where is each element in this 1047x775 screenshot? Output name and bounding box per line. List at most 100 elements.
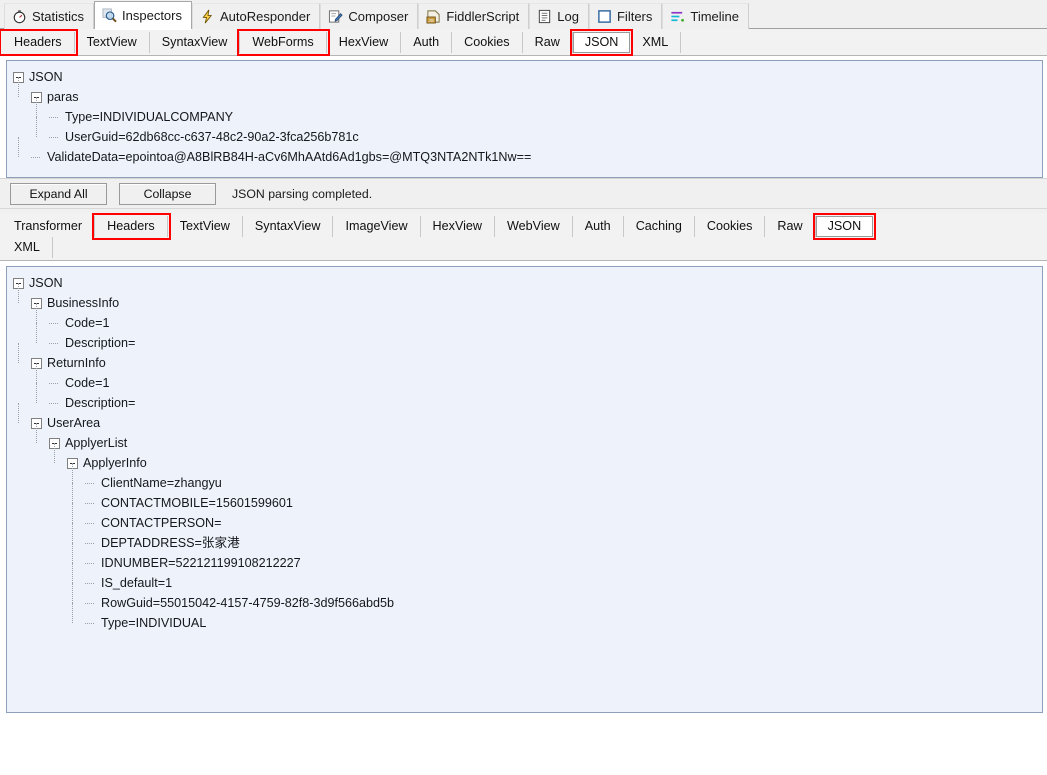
tree-node[interactable]: RowGuid=55015042-4157-4759-82f8-3d9f566a… bbox=[13, 583, 1038, 613]
tree-leaf-connector-icon bbox=[49, 398, 60, 409]
response-json-tree[interactable]: JSON BusinessInfo Code=1 Description= Return… bbox=[7, 267, 1042, 637]
tree-node[interactable]: Code=1 bbox=[13, 363, 1038, 393]
response-tab-caching[interactable]: Caching bbox=[624, 216, 695, 237]
tree-connector-line bbox=[18, 403, 19, 423]
tree-leaf-connector-icon bbox=[85, 598, 96, 609]
tree-node[interactable]: Type=INDIVIDUAL bbox=[13, 603, 1038, 633]
response-tab-raw[interactable]: Raw bbox=[765, 216, 816, 237]
primary-tab-composer[interactable]: Composer bbox=[320, 3, 419, 29]
tree-connector-line bbox=[72, 503, 73, 523]
tree-node[interactable]: JSON bbox=[13, 67, 1038, 87]
tree-connector-line bbox=[72, 583, 73, 603]
tab-label: JSON bbox=[584, 35, 619, 49]
primary-tab-autoresponder[interactable]: AutoResponder bbox=[192, 3, 321, 29]
tree-leaf-connector-icon bbox=[49, 378, 60, 389]
response-tab-textview[interactable]: TextView bbox=[168, 216, 243, 237]
tree-node-label: UserArea bbox=[47, 415, 101, 430]
tree-node[interactable]: paras bbox=[13, 77, 1038, 107]
tree-node[interactable]: DEPTADDRESS=张家港 bbox=[13, 523, 1038, 553]
tab-label: Transformer bbox=[14, 219, 83, 233]
tab-label: TextView bbox=[179, 219, 230, 233]
tree-node[interactable]: Code=1 bbox=[13, 303, 1038, 333]
tab-label: HexView bbox=[338, 35, 389, 49]
primary-tab-timeline[interactable]: Timeline bbox=[662, 3, 750, 29]
response-tab-transformer[interactable]: Transformer bbox=[2, 216, 96, 237]
tree-node-label: DEPTADDRESS=张家港 bbox=[101, 535, 240, 550]
tree-node[interactable]: BusinessInfo bbox=[13, 283, 1038, 313]
request-json-tree[interactable]: JSON paras Type=INDIVIDUALCOMPANY UserGuid=… bbox=[7, 61, 1042, 171]
tree-leaf-connector-icon bbox=[49, 318, 60, 329]
tree-leaf-connector-icon bbox=[85, 618, 96, 629]
response-tab-hexview[interactable]: HexView bbox=[421, 216, 496, 237]
tree-node[interactable]: Description= bbox=[13, 383, 1038, 413]
tree-connector-line bbox=[36, 423, 37, 443]
tab-label: TextView bbox=[86, 35, 137, 49]
tree-leaf-connector-icon bbox=[85, 578, 96, 589]
primary-tab-fiddlerscript[interactable]: JS FiddlerScript bbox=[418, 3, 530, 29]
tree-connector-line bbox=[36, 303, 37, 323]
primary-tab-statistics[interactable]: Statistics bbox=[4, 3, 95, 29]
tree-node-label: ClientName=zhangyu bbox=[101, 475, 222, 490]
primary-tab-label: Filters bbox=[616, 9, 653, 24]
tree-leaf-connector-icon bbox=[85, 478, 96, 489]
expand-all-button[interactable]: Expand All bbox=[10, 182, 107, 205]
tree-node[interactable]: Description= bbox=[13, 323, 1038, 353]
tree-node[interactable]: ClientName=zhangyu bbox=[13, 463, 1038, 493]
response-tab-xml[interactable]: XML bbox=[2, 237, 53, 258]
response-tab-imageview[interactable]: ImageView bbox=[333, 216, 421, 237]
response-tab-cookies[interactable]: Cookies bbox=[695, 216, 766, 237]
tab-label: Raw bbox=[534, 35, 560, 49]
request-json-tree-pane[interactable]: JSON paras Type=INDIVIDUALCOMPANY UserGuid=… bbox=[6, 60, 1043, 178]
tree-node[interactable]: IS_default=1 bbox=[13, 563, 1038, 593]
stopwatch-icon bbox=[12, 9, 27, 24]
tree-connector-line bbox=[72, 563, 73, 583]
response-json-tree-pane[interactable]: JSON BusinessInfo Code=1 Description= Return… bbox=[6, 266, 1043, 713]
tree-node[interactable]: CONTACTPERSON= bbox=[13, 503, 1038, 533]
request-tab-cookies[interactable]: Cookies bbox=[452, 32, 523, 53]
tab-label: Auth bbox=[584, 219, 611, 233]
tree-node[interactable]: ValidateData=epointoa@A8BlRB84H-aCv6MhAA… bbox=[13, 137, 1038, 167]
tree-leaf-connector-icon bbox=[85, 558, 96, 569]
tree-connector-line bbox=[72, 603, 73, 623]
timeline-bars-icon bbox=[670, 9, 685, 24]
tree-node-label: ApplyerInfo bbox=[83, 455, 147, 470]
tab-label: SyntaxView bbox=[161, 35, 228, 49]
response-tab-syntaxview[interactable]: SyntaxView bbox=[243, 216, 334, 237]
tree-leaf-connector-icon bbox=[49, 132, 60, 143]
response-tab-webview[interactable]: WebView bbox=[495, 216, 573, 237]
primary-tab-inspectors[interactable]: Inspectors bbox=[94, 1, 192, 29]
response-tab-auth[interactable]: Auth bbox=[573, 216, 624, 237]
tree-node[interactable]: ReturnInfo bbox=[13, 343, 1038, 373]
request-tab-hexview[interactable]: HexView bbox=[327, 32, 402, 53]
tree-node-label: CONTACTMOBILE=15601599601 bbox=[101, 495, 293, 510]
request-tab-syntaxview[interactable]: SyntaxView bbox=[150, 32, 241, 53]
tree-node[interactable]: Type=INDIVIDUALCOMPANY bbox=[13, 97, 1038, 127]
tree-connector-line bbox=[18, 283, 19, 303]
response-tab-json[interactable]: JSON bbox=[812, 213, 877, 240]
magnifier-icon bbox=[102, 8, 117, 23]
request-tab-webforms[interactable]: WebForms bbox=[237, 29, 330, 56]
request-tab-textview[interactable]: TextView bbox=[75, 32, 150, 53]
tree-node-label: paras bbox=[47, 89, 79, 104]
tree-node[interactable]: IDNUMBER=522121199108212227 bbox=[13, 543, 1038, 573]
request-tab-raw[interactable]: Raw bbox=[523, 32, 573, 53]
tree-node-label: Description= bbox=[65, 395, 136, 410]
primary-tab-log[interactable]: Log bbox=[529, 3, 589, 29]
tree-node[interactable]: UserGuid=62db68cc-c637-48c2-90a2-3fca256… bbox=[13, 117, 1038, 147]
tree-node[interactable]: ApplyerInfo bbox=[13, 443, 1038, 473]
tree-node[interactable]: JSON bbox=[13, 273, 1038, 293]
primary-tab-label: AutoResponder bbox=[220, 9, 311, 24]
primary-tabstrip: Statistics Inspectors AutoResponder Compose… bbox=[0, 0, 1047, 29]
tree-node[interactable]: ApplyerList bbox=[13, 423, 1038, 453]
tree-leaf-connector-icon bbox=[85, 538, 96, 549]
response-tab-headers[interactable]: Headers bbox=[92, 213, 171, 240]
request-tab-headers[interactable]: Headers bbox=[0, 29, 78, 56]
tree-node[interactable]: CONTACTMOBILE=15601599601 bbox=[13, 483, 1038, 513]
tree-node[interactable]: UserArea bbox=[13, 403, 1038, 433]
tab-label: WebView bbox=[507, 219, 560, 233]
primary-tab-filters[interactable]: Filters bbox=[588, 3, 663, 29]
request-tab-auth[interactable]: Auth bbox=[401, 32, 453, 53]
request-tab-xml[interactable]: XML bbox=[630, 32, 682, 53]
collapse-button[interactable]: Collapse bbox=[119, 182, 216, 205]
request-tab-json[interactable]: JSON bbox=[569, 29, 634, 56]
